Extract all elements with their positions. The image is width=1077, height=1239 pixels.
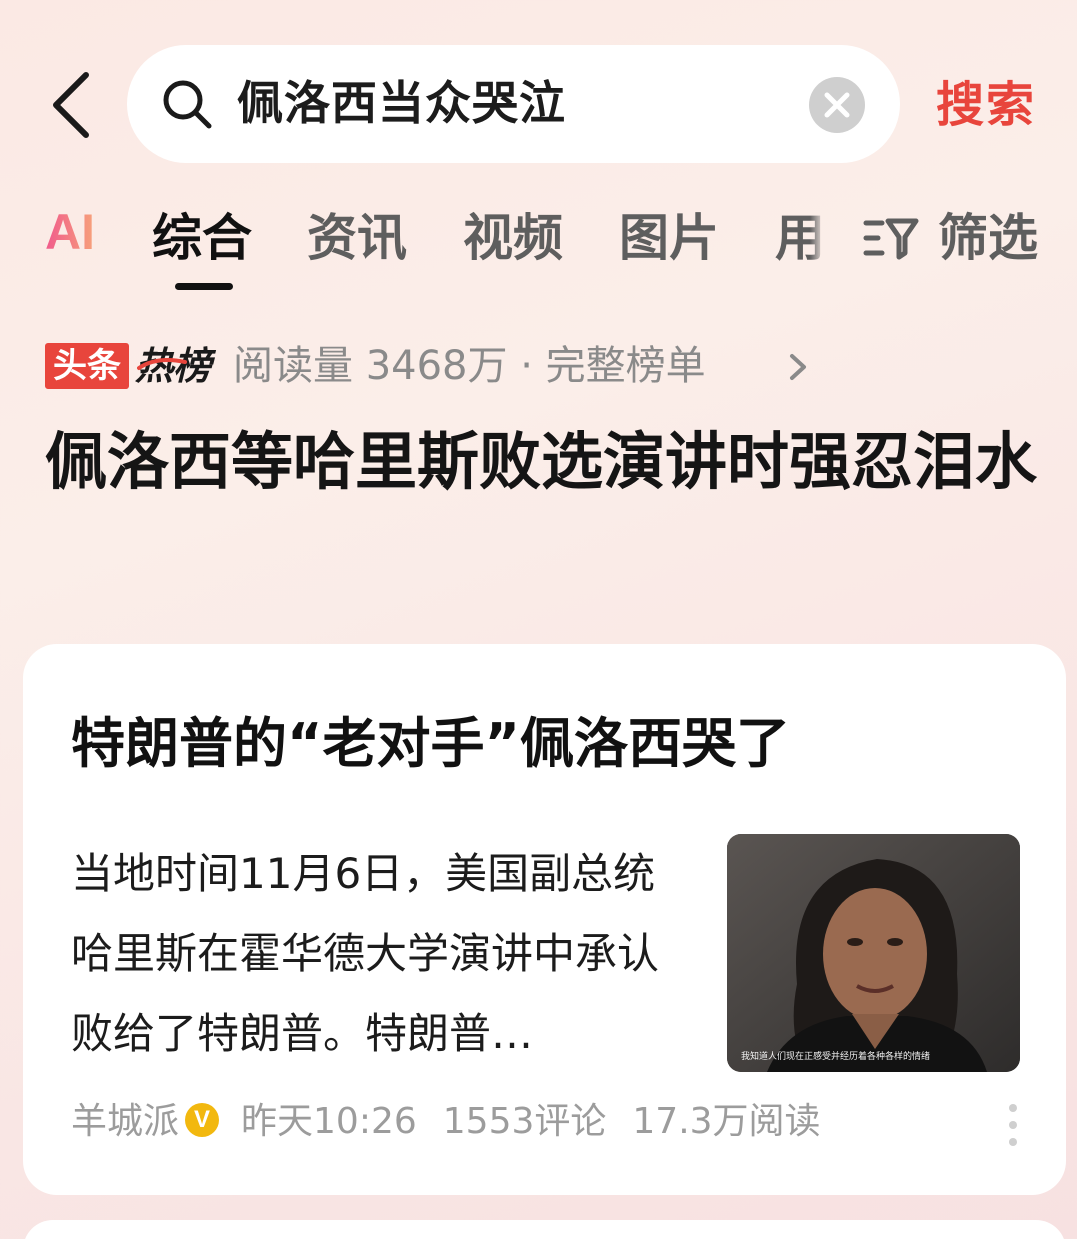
filter-icon[interactable] [862, 213, 920, 263]
clear-icon[interactable] [809, 77, 865, 133]
article-source[interactable]: 羊城派 [71, 1101, 179, 1142]
article-reads: 17.3万阅读 [632, 1101, 821, 1142]
article-card[interactable]: 特朗普的“老对手”佩洛西哭了 当地时间11月6日，美国副总统哈里斯在霍华德大学演… [23, 644, 1066, 1195]
thumbnail-image [727, 834, 1020, 1072]
article-summary: 当地时间11月6日，美国副总统哈里斯在霍华德大学演讲中承认败给了特朗普。特朗普… [71, 849, 660, 1058]
article-thumbnail[interactable]: 我知道人们现在正感受并经历着各种各样的情绪 [727, 834, 1020, 1072]
search-header: 佩洛西当众哭泣 搜索 [0, 0, 1077, 190]
verified-icon: V [185, 1103, 220, 1137]
article-title[interactable]: 特朗普的“老对手”佩洛西哭了 [71, 704, 790, 784]
tab-ai[interactable]: AI [45, 203, 95, 261]
chevron-right-icon [790, 354, 806, 380]
search-icon [161, 78, 213, 130]
more-icon[interactable] [1006, 1102, 1020, 1148]
hotlist-badge: 头条 [45, 343, 129, 389]
thumbnail-caption: 我知道人们现在正感受并经历着各种各样的情绪 [741, 1052, 931, 1062]
article-comments: 1553评论 [442, 1101, 607, 1142]
tab-comprehensive[interactable]: 综合 [152, 203, 252, 273]
hotlist-headline[interactable]: 佩洛西等哈里斯败选演讲时强忍泪水 [45, 412, 1045, 512]
search-button[interactable]: 搜索 [936, 72, 1036, 138]
tab-users[interactable]: 用 [775, 203, 825, 273]
article-time: 昨天10:26 [241, 1101, 417, 1142]
hotlist-brush-icon [137, 358, 187, 370]
article-meta: 羊城派 V 昨天10:26 1553评论 17.3万阅读 [71, 1094, 821, 1150]
active-tab-indicator [175, 283, 233, 290]
result-tabs: AI 综合 资讯 视频 图片 用 筛选 [0, 195, 1077, 295]
hotlist-header[interactable]: 头条 热榜 阅读量 3468万 · 完整榜单 [45, 338, 1045, 394]
filter-button[interactable]: 筛选 [938, 203, 1038, 273]
next-article-card[interactable] [23, 1220, 1066, 1239]
tab-video[interactable]: 视频 [463, 203, 563, 273]
search-query[interactable]: 佩洛西当众哭泣 [237, 73, 566, 133]
hotlist-meta: 阅读量 3468万 · 完整榜单 [233, 343, 706, 389]
search-input[interactable]: 佩洛西当众哭泣 [127, 45, 900, 163]
back-arrow-icon[interactable] [48, 70, 108, 140]
tab-news[interactable]: 资讯 [307, 203, 407, 273]
tab-images[interactable]: 图片 [619, 203, 719, 273]
